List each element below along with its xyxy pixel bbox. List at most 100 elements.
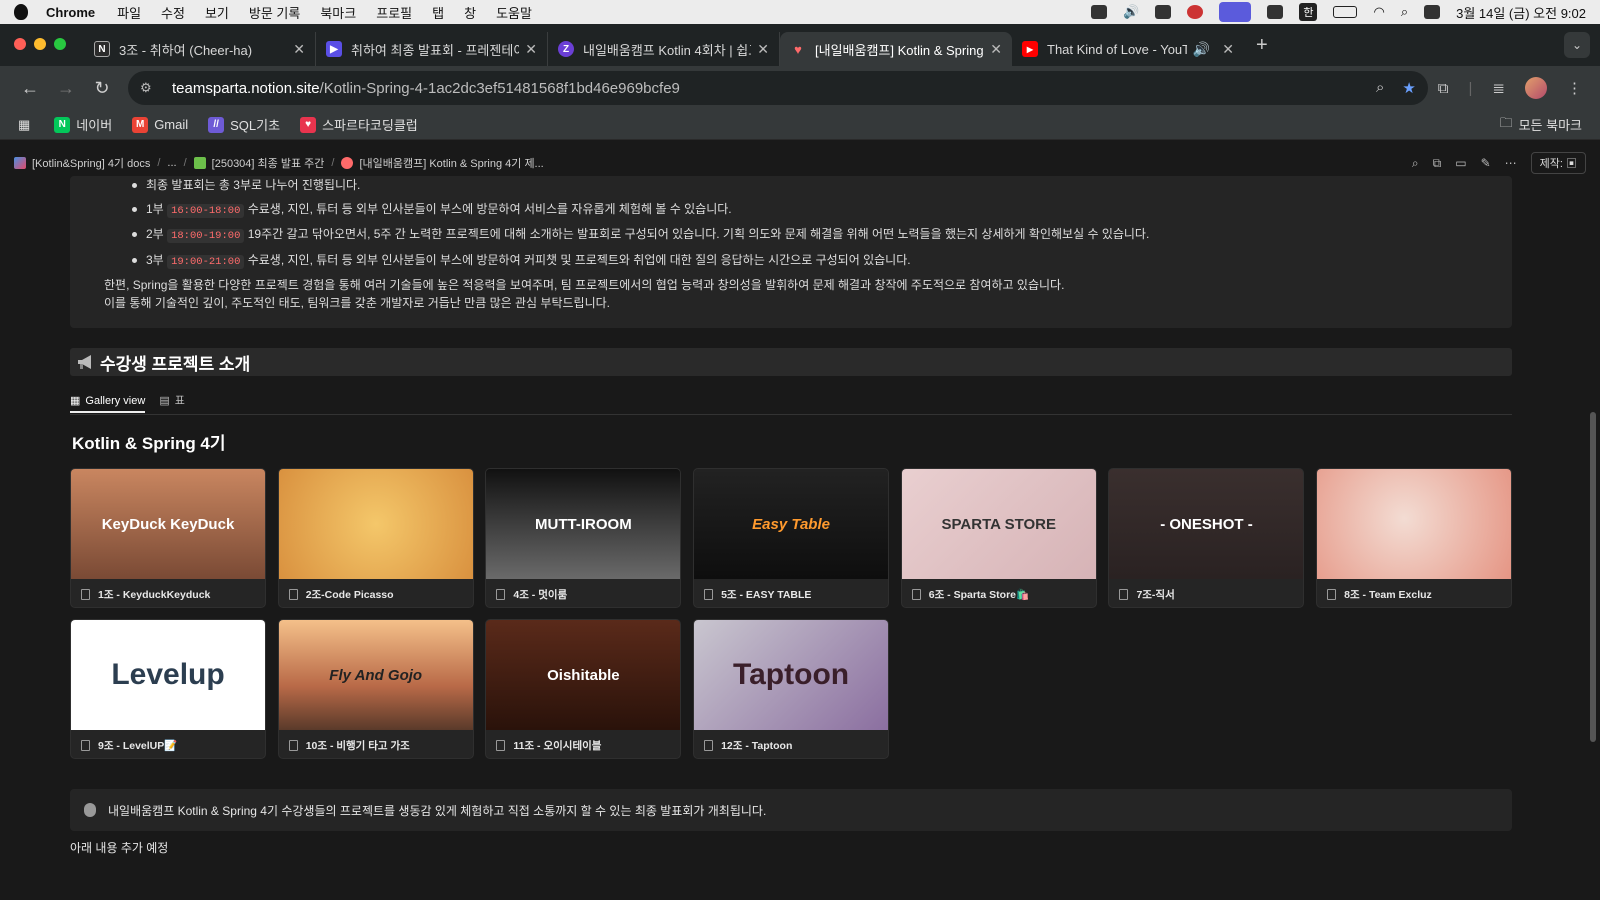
part-text: 19주간 갈고 닦아오면서, 5주 간 노력한 프로젝트에 대해 소개하는 발표… bbox=[247, 227, 1150, 241]
gallery-card[interactable]: MUTT-IROOM 4조 - 멋이룸 bbox=[485, 468, 682, 608]
cover-art-text: SPARTA STORE bbox=[941, 515, 1056, 533]
zoom-icon[interactable]: ⌕ bbox=[1376, 79, 1384, 97]
cover-art-text: Taptoon bbox=[733, 658, 850, 691]
breadcrumb-item[interactable]: ... bbox=[167, 157, 176, 169]
notification-icon[interactable] bbox=[1187, 5, 1204, 19]
card-caption: 6조 - Sparta Store🛍️ bbox=[902, 579, 1096, 607]
tab-strip: N 3조 - 취하여 (Cheer-ha) ✕ ▶ 취하여 최종 발표회 - 프… bbox=[0, 24, 1600, 66]
comment-icon[interactable]: ▭ bbox=[1455, 156, 1466, 170]
gallery-card[interactable]: - ONESHOT - 7조-직서 bbox=[1108, 468, 1305, 608]
back-arrow-icon[interactable]: ← bbox=[12, 78, 48, 99]
bookmark-star-icon[interactable]: ★ bbox=[1402, 79, 1415, 97]
menu-help[interactable]: 도움말 bbox=[496, 3, 532, 22]
minimize-window-button[interactable] bbox=[34, 38, 46, 50]
cover-art-text: Oishitable bbox=[547, 666, 620, 684]
close-window-button[interactable] bbox=[14, 38, 26, 50]
gallery-card[interactable]: Fly And Gojo 10조 - 비행기 타고 가조 bbox=[277, 619, 474, 759]
extensions-icon[interactable]: ⧉ bbox=[1438, 80, 1449, 97]
bookmark-sparta[interactable]: ♥ 스파르타코딩클럽 bbox=[300, 115, 418, 134]
cover-art-text: - ONESHOT - bbox=[1160, 515, 1253, 533]
close-tab-icon[interactable]: ✕ bbox=[525, 41, 537, 58]
breadcrumb-label: ... bbox=[167, 157, 177, 169]
more-icon[interactable]: ⋯ bbox=[1505, 156, 1517, 170]
close-tab-icon[interactable]: ✕ bbox=[757, 41, 769, 58]
bookmark-sql[interactable]: // SQL기초 bbox=[208, 115, 280, 134]
tab-table-view[interactable]: ▤ 표 bbox=[159, 392, 185, 408]
schedule-list: 최종 발표회는 총 3부로 나누어 진행됩니다. 1부 16:00-18:00 … bbox=[104, 176, 1478, 271]
app-status-icon[interactable] bbox=[1091, 5, 1108, 19]
breadcrumb-item[interactable]: [내일배움캠프] Kotlin & Spring 4기 제... bbox=[341, 155, 544, 171]
menu-profile[interactable]: 프로필 bbox=[376, 3, 412, 22]
close-tab-icon[interactable]: ✕ bbox=[1222, 41, 1234, 58]
bookmark-label: Gmail bbox=[154, 117, 189, 132]
app-name[interactable]: Chrome bbox=[46, 5, 95, 20]
bookmarks-bar: ▦ N 네이버 M Gmail // SQL기초 ♥ 스파르타코딩클럽 🗀 모든… bbox=[0, 110, 1600, 140]
close-tab-icon[interactable]: ✕ bbox=[293, 41, 305, 58]
gallery-card[interactable]: Oishitable 11조 - 오이시테이블 bbox=[485, 619, 682, 759]
audio-playing-icon[interactable]: 🔊 bbox=[1193, 41, 1210, 58]
search-icon[interactable]: ⌕ bbox=[1401, 4, 1408, 20]
page-icon bbox=[911, 588, 921, 600]
made-with-notion-button[interactable]: 제작: ▣ bbox=[1530, 152, 1586, 174]
browser-tab-active[interactable]: ♥ [내일배움캠프] Kotlin & Spring 4 ✕ bbox=[780, 32, 1012, 66]
duplicate-icon[interactable]: ⧉ bbox=[1433, 156, 1442, 171]
menu-view[interactable]: 보기 bbox=[205, 3, 229, 22]
gallery-card[interactable]: KeyDuck KeyDuck 1조 - KeyduckKeyduck bbox=[70, 468, 266, 608]
list-text: 최종 발표회는 총 3부로 나누어 진행됩니다. bbox=[146, 178, 361, 192]
bookmark-gmail[interactable]: M Gmail bbox=[132, 116, 189, 133]
browser-tab[interactable]: N 3조 - 취하여 (Cheer-ha) ✕ bbox=[84, 32, 316, 66]
battery-icon[interactable] bbox=[1333, 6, 1358, 18]
gallery-card[interactable]: SPARTA STORE 6조 - Sparta Store🛍️ bbox=[900, 468, 1097, 608]
menu-bookmarks[interactable]: 북마크 bbox=[320, 3, 356, 22]
reload-icon[interactable]: ↻ bbox=[84, 78, 120, 99]
new-tab-button[interactable]: + bbox=[1256, 34, 1268, 57]
close-tab-icon[interactable]: ✕ bbox=[990, 41, 1002, 58]
menu-file[interactable]: 파일 bbox=[117, 3, 141, 22]
search-icon[interactable]: ⌕ bbox=[1412, 156, 1419, 171]
apple-icon[interactable] bbox=[14, 4, 28, 20]
gallery-card[interactable]: Levelup 9조 - LevelUP📝 bbox=[70, 619, 266, 759]
time-code: 18:00-19:00 bbox=[167, 229, 245, 243]
page-scrollbar[interactable] bbox=[1590, 412, 1596, 742]
menu-window[interactable]: 창 bbox=[464, 3, 476, 22]
clock[interactable]: 3월 14일 (금) 오전 9:02 bbox=[1456, 3, 1586, 22]
gallery-card[interactable]: 8조 - Team Excluz bbox=[1316, 468, 1513, 608]
forward-arrow-icon[interactable]: → bbox=[48, 78, 84, 99]
tab-gallery-view[interactable]: ▦ Gallery view bbox=[70, 394, 146, 413]
bookmark-naver[interactable]: N 네이버 bbox=[54, 115, 112, 134]
card-title: 9조 - LevelUP📝 bbox=[98, 739, 178, 752]
media-control-icon[interactable]: ≣ bbox=[1492, 79, 1505, 97]
apps-grid-icon[interactable]: ▦ bbox=[18, 117, 30, 133]
site-info-icon[interactable]: ⚙ bbox=[140, 80, 160, 96]
gallery-card[interactable]: Taptoon 12조 - Taptoon bbox=[693, 619, 890, 759]
breadcrumb-item[interactable]: [Kotlin&Spring] 4기 docs bbox=[14, 155, 150, 171]
volume-icon[interactable]: 🔊 bbox=[1123, 4, 1139, 20]
control-center-icon[interactable] bbox=[1424, 5, 1441, 19]
display-icon[interactable] bbox=[1267, 5, 1284, 19]
menu-history[interactable]: 방문 기록 bbox=[249, 3, 300, 22]
browser-tab[interactable]: ▶ That Kind of Love - YouTube 🔊 ✕ bbox=[1012, 32, 1244, 66]
gallery-card[interactable]: Easy Table 5조 - EASY TABLE bbox=[693, 468, 890, 608]
menu-tab[interactable]: 탭 bbox=[432, 3, 444, 22]
menu-edit[interactable]: 수정 bbox=[161, 3, 185, 22]
card-caption: 7조-직서 bbox=[1109, 579, 1303, 607]
gallery-card[interactable]: 2조-Code Picasso bbox=[277, 468, 474, 608]
all-bookmarks-button[interactable]: 🗀 모든 북마크 bbox=[1500, 114, 1582, 136]
browser-tab[interactable]: Z 내일배움캠프 Kotlin 4회차 | 쉽고 ✕ bbox=[548, 32, 780, 66]
chrome-menu-icon[interactable]: ⋮ bbox=[1567, 79, 1582, 97]
breadcrumb-item[interactable]: [250304] 최종 발표 주간 bbox=[193, 155, 324, 171]
wifi-icon[interactable]: ◠ bbox=[1373, 4, 1384, 20]
tab-search-chevron-icon[interactable]: ⌄ bbox=[1564, 32, 1590, 58]
address-bar-actions: ⌕ ★ bbox=[1376, 79, 1416, 97]
profile-avatar[interactable] bbox=[1525, 77, 1547, 99]
card-caption: 8조 - Team Excluz bbox=[1317, 579, 1511, 607]
part-text: 수료생, 지인, 튜터 등 외부 인사분들이 부스에 방문하여 커피챗 및 프로… bbox=[247, 252, 911, 267]
shield-icon[interactable] bbox=[1155, 5, 1172, 19]
database-title[interactable]: Kotlin & Spring 4기 bbox=[70, 429, 1512, 454]
input-source-indicator[interactable]: 한 bbox=[1299, 3, 1318, 21]
edit-icon[interactable]: ✎ bbox=[1481, 156, 1491, 170]
zoom-window-button[interactable] bbox=[54, 38, 66, 50]
screen-mirroring-icon[interactable] bbox=[1219, 2, 1252, 22]
address-bar[interactable]: ⚙ teamsparta.notion.site /Kotlin-Spring-… bbox=[128, 71, 1428, 105]
browser-tab[interactable]: ▶ 취하여 최종 발표회 - 프레젠테이션 ✕ bbox=[316, 32, 548, 66]
